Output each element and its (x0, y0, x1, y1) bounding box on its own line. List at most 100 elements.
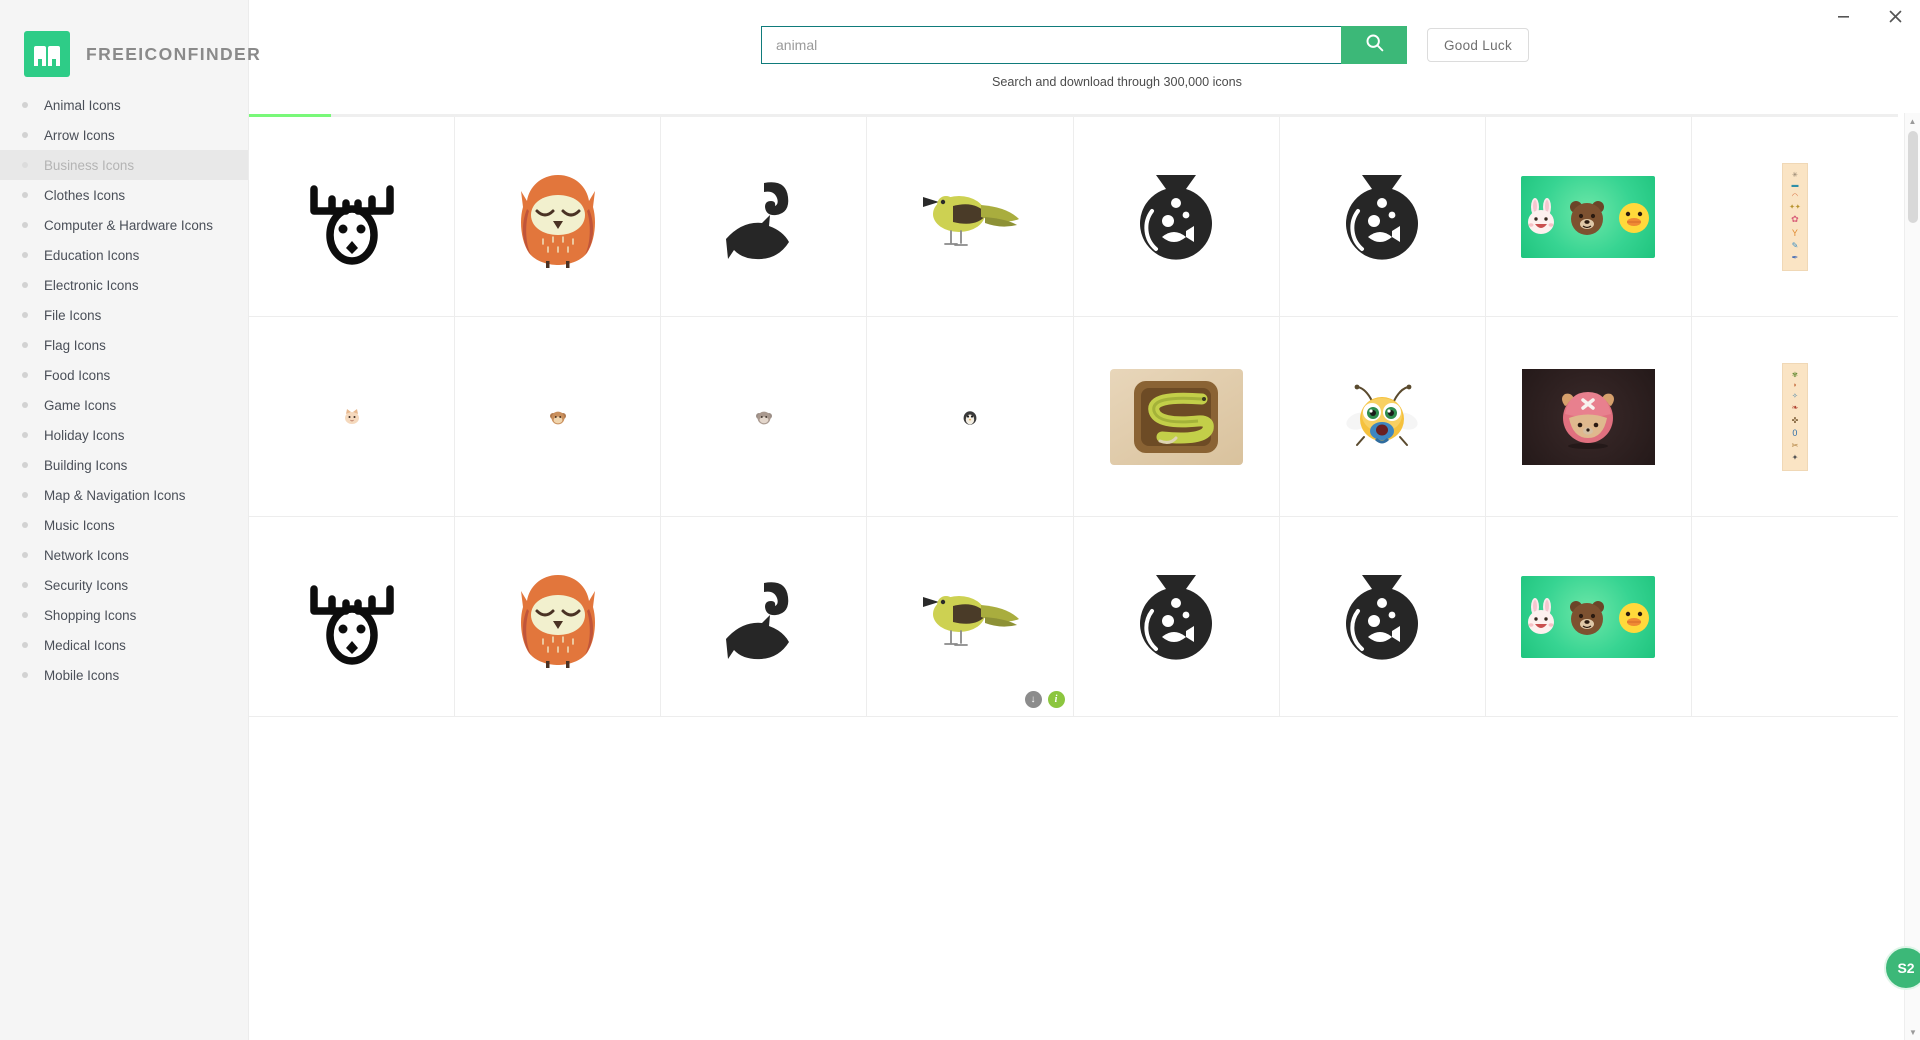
sidebar-item-animal-icons[interactable]: Animal Icons (0, 90, 248, 120)
monkey-face-thumbnail (549, 408, 567, 426)
bullet-icon (22, 222, 28, 228)
bullet-icon (22, 432, 28, 438)
result-cell[interactable]: ✳ ▬ ◠ ✦✦ ✿ Y ✎ ✒ (1691, 117, 1898, 317)
sidebar-item-label: Music Icons (44, 517, 115, 533)
fish-hook-icon (712, 165, 816, 269)
results-grid: ✳ ▬ ◠ ✦✦ ✿ Y ✎ ✒ ✾ ◗ ✧ ❧ ✜ 0 ✂ ✦ ↓ i (249, 117, 1898, 722)
result-cell[interactable]: ✾ ◗ ✧ ❧ ✜ 0 ✂ ✦ (1691, 317, 1898, 517)
result-cell[interactable] (661, 517, 868, 717)
sprite-sheet-art: ✳ ▬ ◠ ✦✦ ✿ Y ✎ ✒ (1781, 162, 1808, 271)
sidebar-item-food-icons[interactable]: Food Icons (0, 360, 248, 390)
sidebar-item-network-icons[interactable]: Network Icons (0, 540, 248, 570)
result-cell[interactable] (1485, 317, 1692, 517)
result-cell[interactable] (249, 117, 456, 317)
app-window: FREEICONFINDER Animal Icons Arrow Icons Bu… (0, 0, 1920, 1040)
search-icon (1364, 32, 1385, 58)
chopper-character-thumbnail (1521, 368, 1655, 465)
result-cell[interactable] (1279, 517, 1486, 717)
result-cell[interactable] (455, 317, 662, 517)
good-luck-button[interactable]: Good Luck (1427, 28, 1529, 62)
result-cell[interactable] (867, 117, 1074, 317)
bullet-icon (22, 102, 28, 108)
monkey-face-thumbnail (755, 408, 773, 426)
fishbowl-icon (1334, 567, 1430, 667)
bullet-icon (22, 492, 28, 498)
scroll-up-arrow-icon[interactable]: ▲ (1905, 113, 1920, 129)
sidebar-item-label: Food Icons (44, 367, 111, 383)
result-cell[interactable] (661, 317, 868, 517)
result-cell[interactable] (1691, 517, 1898, 717)
info-icon[interactable]: i (1047, 691, 1065, 708)
result-cell[interactable] (1485, 517, 1692, 717)
sidebar-item-label: Computer & Hardware Icons (44, 217, 213, 233)
sidebar-item-map-navigation-icons[interactable]: Map & Navigation Icons (0, 480, 248, 510)
sidebar-item-holiday-icons[interactable]: Holiday Icons (0, 420, 248, 450)
bullet-icon (22, 522, 28, 528)
sidebar-item-shopping-icons[interactable]: Shopping Icons (0, 600, 248, 630)
title-bar (0, 0, 1920, 32)
deer-head-outline-icon (300, 165, 404, 269)
vertical-scrollbar[interactable]: ▲ ▼ (1904, 113, 1920, 1040)
close-icon[interactable] (1880, 3, 1910, 29)
sidebar-item-computer-hardware-icons[interactable]: Computer & Hardware Icons (0, 210, 248, 240)
sidebar-item-label: Network Icons (44, 547, 129, 563)
line-characters-thumbnail (1521, 175, 1656, 258)
window-controls (1828, 0, 1910, 32)
result-cell[interactable] (249, 317, 456, 517)
sidebar-item-medical-icons[interactable]: Medical Icons (0, 630, 248, 660)
bullet-icon (22, 552, 28, 558)
sidebar-item-label: Flag Icons (44, 337, 106, 353)
sidebar-item-mobile-icons[interactable]: Mobile Icons (0, 660, 248, 690)
sidebar-item-education-icons[interactable]: Education Icons (0, 240, 248, 270)
sidebar-item-clothes-icons[interactable]: Clothes Icons (0, 180, 248, 210)
sidebar-item-label: Medical Icons (44, 637, 126, 653)
bullet-icon (22, 672, 28, 678)
sidebar-nav: Animal Icons Arrow Icons Business Icons Clo… (0, 90, 248, 690)
line-characters-thumbnail (1521, 575, 1656, 658)
scroll-down-arrow-icon[interactable]: ▼ (1905, 1024, 1920, 1040)
building-logo-icon (24, 31, 70, 77)
bird-icon (915, 581, 1025, 653)
sprite-sheet-art: ✾ ◗ ✧ ❧ ✜ 0 ✂ ✦ (1781, 362, 1808, 471)
sprite-sheet-thumbnail: ✳ ▬ ◠ ✦✦ ✿ Y ✎ ✒ (1781, 162, 1808, 271)
sidebar-item-flag-icons[interactable]: Flag Icons (0, 330, 248, 360)
fishbowl-icon (1128, 167, 1224, 267)
bullet-icon (22, 462, 28, 468)
result-cell[interactable] (249, 517, 456, 717)
line-characters-art (1521, 575, 1656, 658)
sidebar-item-label: Clothes Icons (44, 187, 126, 203)
bullet-icon (22, 252, 28, 258)
sidebar-item-file-icons[interactable]: File Icons (0, 300, 248, 330)
result-cell[interactable] (1279, 117, 1486, 317)
sidebar-item-label: Security Icons (44, 577, 129, 593)
sidebar-item-game-icons[interactable]: Game Icons (0, 390, 248, 420)
result-cell[interactable] (1485, 117, 1692, 317)
floating-action-badge[interactable]: S2 (1884, 946, 1920, 990)
result-cell[interactable] (661, 117, 868, 317)
result-cell[interactable]: ↓ i (867, 517, 1074, 717)
bullet-icon (22, 312, 28, 318)
result-cell[interactable] (867, 317, 1074, 517)
fishbowl-icon (1334, 167, 1430, 267)
sidebar-item-arrow-icons[interactable]: Arrow Icons (0, 120, 248, 150)
bullet-icon (22, 642, 28, 648)
owl-icon (515, 165, 601, 269)
result-cell[interactable] (455, 517, 662, 717)
download-icon[interactable]: ↓ (1024, 691, 1042, 708)
sidebar-item-label: Animal Icons (44, 97, 121, 113)
result-cell[interactable] (455, 117, 662, 317)
sidebar-item-business-icons[interactable]: Business Icons (0, 150, 248, 180)
bullet-icon (22, 582, 28, 588)
sidebar-item-security-icons[interactable]: Security Icons (0, 570, 248, 600)
sidebar-item-electronic-icons[interactable]: Electronic Icons (0, 270, 248, 300)
scrollbar-thumb[interactable] (1908, 131, 1918, 223)
minimize-icon[interactable] (1828, 3, 1858, 29)
result-cell[interactable] (1073, 517, 1280, 717)
result-cell[interactable] (1073, 317, 1280, 517)
sidebar-item-label: Education Icons (44, 247, 140, 263)
result-cell[interactable] (1073, 117, 1280, 317)
result-cell[interactable] (1279, 317, 1486, 517)
sidebar-item-building-icons[interactable]: Building Icons (0, 450, 248, 480)
sidebar-item-music-icons[interactable]: Music Icons (0, 510, 248, 540)
bullet-icon (22, 132, 28, 138)
